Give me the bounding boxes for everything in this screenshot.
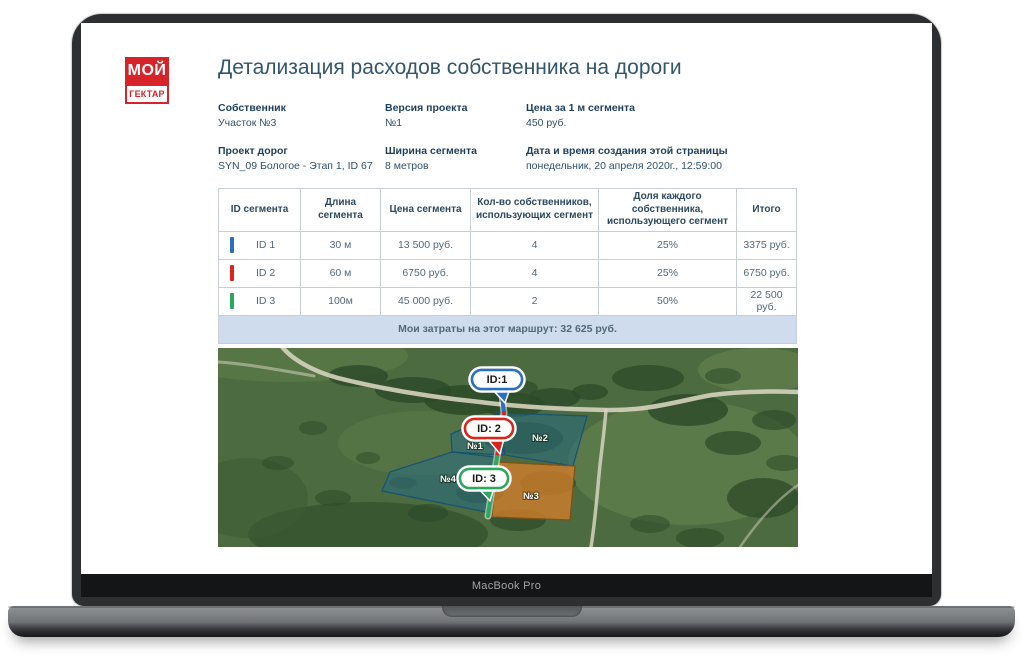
segment-id-label: ID 2	[256, 267, 275, 279]
laptop-bottom-bezel: MacBook Pro	[81, 574, 932, 597]
segments-table: ID сегмента Длина сегмента Цена сегмента…	[218, 188, 797, 344]
field-created-datetime: Дата и время создания этой страницы поне…	[526, 145, 786, 173]
owners-count-cell: 2	[471, 287, 599, 315]
laptop-base-notch	[442, 606, 582, 617]
col-header-total: Итого	[737, 189, 797, 232]
field-label: Цена за 1 м сегмента	[526, 102, 736, 115]
info-grid: Собственник Участок №3 Версия проекта №1…	[218, 102, 818, 194]
total-cell: 3375 руб.	[737, 231, 797, 259]
my-costs-total: Мои затраты на этот маршрут: 32 625 руб.	[219, 315, 797, 343]
total-cell: 6750 руб.	[737, 259, 797, 287]
table-header-row: ID сегмента Длина сегмента Цена сегмента…	[219, 189, 797, 232]
pin-3-label: ID: 3	[472, 473, 496, 485]
segment-price-cell: 45 000 руб.	[381, 287, 471, 315]
col-header-segment-length: Длина сегмента	[301, 189, 381, 232]
parcel-3-label: №3	[523, 491, 539, 502]
pin-2-label: ID: 2	[477, 423, 501, 435]
segment-id-cell: ID 2	[219, 259, 301, 287]
total-cell: 22 500 руб.	[737, 287, 797, 315]
laptop-lid: МОЙ ГЕКТАР Детализация расходов собствен…	[72, 14, 941, 606]
segment-length-cell: 60 м	[301, 259, 381, 287]
segment-id-label: ID 3	[256, 295, 275, 307]
segment-price-cell: 13 500 руб.	[381, 231, 471, 259]
segment-1-color-marker	[230, 237, 234, 253]
table-row: ID 2 60 м 6750 руб. 4 25% 6750 руб.	[219, 259, 797, 287]
page: МОЙ ГЕКТАР Детализация расходов собствен…	[0, 0, 1023, 665]
owners-count-cell: 4	[471, 231, 599, 259]
col-header-segment-price: Цена сегмента	[381, 189, 471, 232]
col-header-segment-id: ID сегмента	[219, 189, 301, 232]
page-title: Детализация расходов собственника на дор…	[218, 56, 682, 80]
field-value: 450 руб.	[526, 117, 736, 130]
moy-gektar-logo: МОЙ ГЕКТАР	[125, 57, 169, 104]
segment-2-color-marker	[230, 265, 234, 281]
col-header-owners-count: Кол-во собственников, использующих сегме…	[471, 189, 599, 232]
owner-share-cell: 50%	[599, 287, 737, 315]
segment-length-cell: 100м	[301, 287, 381, 315]
logo-line-2: ГЕКТАР	[125, 84, 169, 104]
segment-price-cell: 6750 руб.	[381, 259, 471, 287]
laptop-base	[8, 606, 1015, 637]
table-row: ID 3 100м 45 000 руб. 2 50% 22 500 руб.	[219, 287, 797, 315]
table-footer-row: Мои затраты на этот маршрут: 32 625 руб.	[219, 315, 797, 343]
parcel-2-label: №2	[532, 433, 548, 444]
satellite-map: №1 №2 №3 №4 ID:1	[218, 348, 798, 547]
owner-share-cell: 25%	[599, 231, 737, 259]
logo-line-1: МОЙ	[125, 57, 169, 84]
field-value: понедельник, 20 апреля 2020г., 12:59:00	[526, 160, 786, 173]
pin-1-label: ID:1	[487, 374, 508, 386]
table-row: ID 1 30 м 13 500 руб. 4 25% 3375 руб.	[219, 231, 797, 259]
field-price-per-meter: Цена за 1 м сегмента 450 руб.	[526, 102, 736, 130]
segment-id-cell: ID 3	[219, 287, 301, 315]
owner-share-cell: 25%	[599, 259, 737, 287]
segment-3-color-marker	[230, 293, 234, 309]
segment-id-cell: ID 1	[219, 231, 301, 259]
owners-count-cell: 4	[471, 259, 599, 287]
parcel-1-label: №1	[467, 441, 484, 452]
macbook-label: MacBook Pro	[472, 580, 541, 592]
segment-length-cell: 30 м	[301, 231, 381, 259]
field-label: Дата и время создания этой страницы	[526, 145, 786, 158]
segment-id-label: ID 1	[256, 239, 275, 251]
col-header-owner-share: Доля каждого собственника, использующего…	[599, 189, 737, 232]
parcel-4-label: №4	[440, 474, 457, 485]
laptop-screen: МОЙ ГЕКТАР Детализация расходов собствен…	[81, 23, 932, 574]
